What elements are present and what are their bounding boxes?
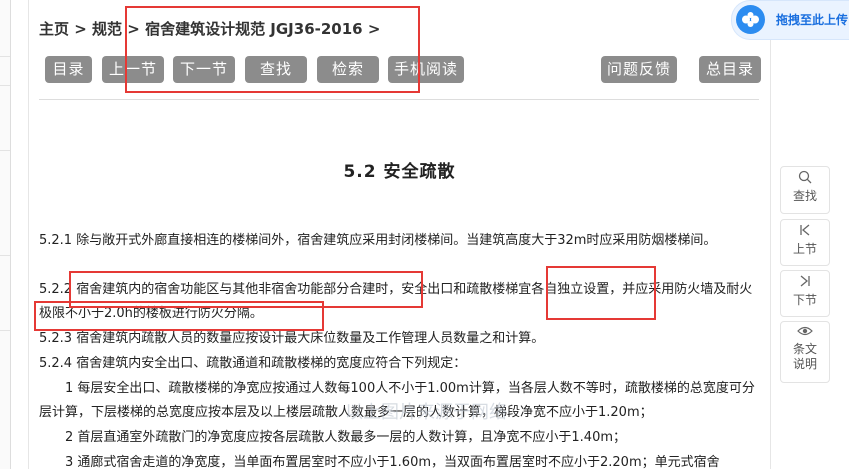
- upload-drop-label: 拖拽至此上传: [776, 13, 849, 27]
- breadcrumb-category-link[interactable]: 规范: [92, 20, 122, 38]
- prev-section-button[interactable]: 上一节: [102, 56, 164, 83]
- clause-5-2-1: 5.2.1 除与敞开式外廊直接相连的楼梯间外，宿舍建筑应采用封闭楼梯间。当建筑高…: [39, 233, 717, 248]
- sidebar-find-label: 查找: [792, 189, 817, 203]
- sidebar-prev-button[interactable]: 上节: [780, 219, 830, 266]
- breadcrumb-separator: >: [122, 20, 146, 38]
- clause-5-2-4-item-3: 3 通廊式宿舍走道的净宽度，当单面布置居室时不应小于1.60m，当双面布置居室时…: [65, 455, 720, 470]
- clause-5-2-2: 5.2.2 宿舍建筑内的宿舍功能区与其他非宿舍功能部分合建时，安全出口和疏散楼梯…: [39, 282, 753, 321]
- upload-drop-zone[interactable]: 拖拽至此上传: [731, 0, 849, 40]
- breadcrumb: 主页 > 规范 > 宿舍建筑设计规范 JGJ36-2016 >: [39, 18, 380, 39]
- find-button[interactable]: 查找: [245, 56, 307, 83]
- section-title: 5.2 安全疏散: [343, 162, 456, 182]
- breadcrumb-separator: >: [69, 20, 93, 38]
- sidebar-find-button[interactable]: 查找: [780, 166, 830, 214]
- clause-5-2-3: 5.2.3 宿舍建筑内疏散人员的数量应按设计最大床位数量及工作管理人员数量之和计…: [39, 331, 545, 346]
- toolbar-divider: [39, 99, 759, 100]
- breadcrumb-separator: >: [362, 20, 381, 38]
- next-section-button[interactable]: 下一节: [173, 56, 235, 83]
- clause-5-2-4: 5.2.4 宿舍建筑内安全出口、疏散通道和疏散楼梯的宽度应符合下列规定：: [39, 356, 467, 371]
- cloud-icon: [736, 5, 765, 34]
- watermark: 以上图片来源于网络: [345, 402, 507, 423]
- step-back-icon: [781, 223, 829, 242]
- left-panel-divider: [0, 330, 10, 331]
- sidebar-prev-label: 上节: [792, 242, 817, 256]
- sidebar-explain-label: 条文说明: [792, 342, 817, 371]
- search-button[interactable]: 检索: [317, 56, 379, 83]
- left-panel-divider: [0, 56, 10, 57]
- sidebar-next-button[interactable]: 下节: [780, 270, 830, 317]
- eye-icon: [781, 325, 829, 342]
- all-contents-button[interactable]: 总目录: [699, 56, 761, 83]
- breadcrumb-current-link[interactable]: 宿舍建筑设计规范 JGJ36-2016: [145, 20, 363, 38]
- left-panel-divider: [0, 150, 10, 151]
- clause-5-2-4-item-2: 2 首层直通室外疏散门的净宽度应按各层疏散人数最多一层的人数计算，且净宽不应小于…: [65, 430, 627, 445]
- sidebar-explain-button[interactable]: 条文说明: [780, 321, 830, 383]
- breadcrumb-home-link[interactable]: 主页: [39, 20, 69, 38]
- feedback-button[interactable]: 问题反馈: [601, 56, 677, 83]
- contents-button[interactable]: 目录: [45, 56, 92, 83]
- content-panel: 主页 > 规范 > 宿舍建筑设计规范 JGJ36-2016 > 目录 上一节 下…: [28, 0, 771, 470]
- step-forward-icon: [781, 274, 829, 293]
- sidebar-next-label: 下节: [792, 293, 817, 307]
- left-panel-divider: [0, 255, 10, 256]
- left-panel-divider: [0, 85, 10, 86]
- left-panel: [0, 0, 11, 469]
- search-icon: [781, 170, 829, 189]
- mobile-read-button[interactable]: 手机阅读: [388, 56, 464, 83]
